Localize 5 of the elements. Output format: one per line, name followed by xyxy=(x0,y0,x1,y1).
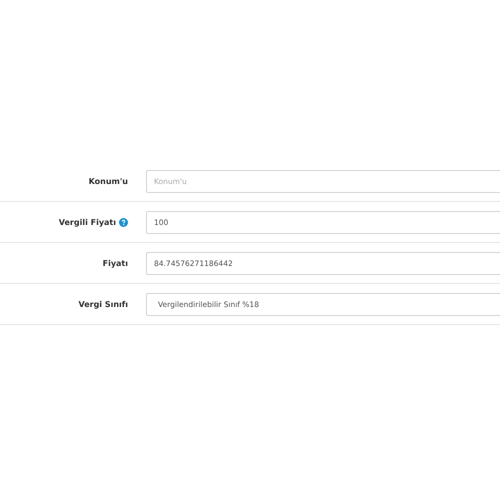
field-label: Konum'u xyxy=(88,176,128,186)
field-label: Vergi Sınıfı xyxy=(78,300,128,308)
field-label: Fiyatı xyxy=(102,258,128,268)
field-label: Vergili Fiyatı xyxy=(58,218,116,226)
help-icon[interactable] xyxy=(119,218,128,226)
